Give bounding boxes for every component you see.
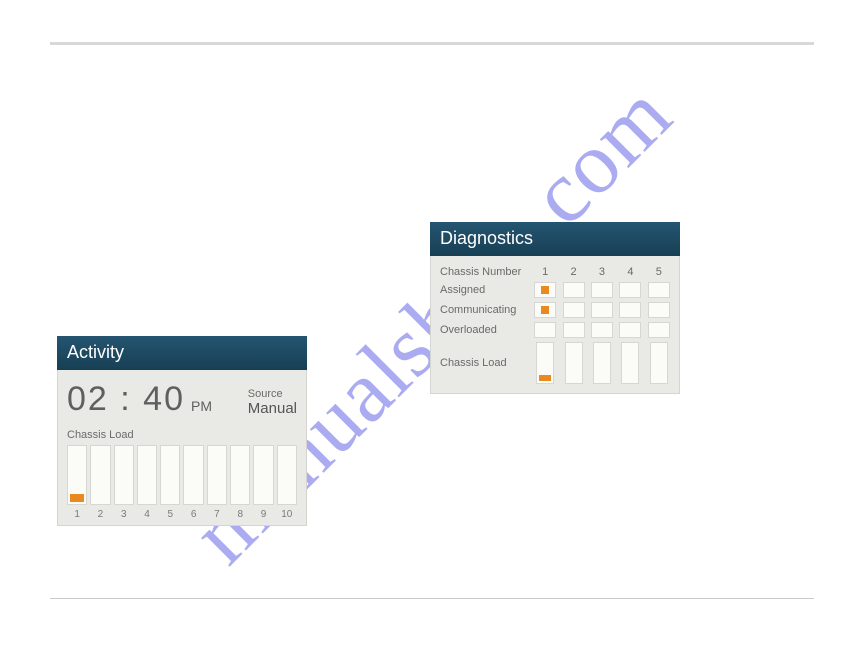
chassis-load-bar: 8 <box>230 445 250 520</box>
diag-status-cell <box>591 302 613 318</box>
diagnostics-grid: Chassis Number 12345 Assigned Communicating… <box>440 266 670 384</box>
bar-number: 3 <box>114 509 134 520</box>
chassis-load-bar: 3 <box>114 445 134 520</box>
diag-status-cell <box>534 302 556 318</box>
bar-slot <box>137 445 157 505</box>
chassis-load-bar: 9 <box>253 445 273 520</box>
chassis-load-bar: 1 <box>67 445 87 520</box>
diag-load-slot <box>650 342 668 384</box>
diag-row-label: Communicating <box>440 304 528 316</box>
bar-number: 10 <box>277 509 297 520</box>
bar-number: 6 <box>183 509 203 520</box>
chassis-load-bar: 5 <box>160 445 180 520</box>
diag-status-cell <box>591 322 613 338</box>
diag-status-cell <box>563 322 585 338</box>
chassis-load-bar: 4 <box>137 445 157 520</box>
bar-number: 5 <box>160 509 180 520</box>
chassis-column-number: 3 <box>591 266 613 278</box>
time-row: 02 : 40 PM Source Manual <box>67 380 297 419</box>
bar-slot <box>230 445 250 505</box>
diag-status-cell <box>648 282 670 298</box>
bar-number: 4 <box>137 509 157 520</box>
diagnostics-body: Chassis Number 12345 Assigned Communicating… <box>430 256 680 394</box>
diag-status-cell <box>648 302 670 318</box>
diag-status-cell <box>563 302 585 318</box>
diag-status-cell <box>648 322 670 338</box>
diagnostics-title: Diagnostics <box>430 222 680 256</box>
diag-status-cell <box>619 282 641 298</box>
chassis-load-bar: 2 <box>90 445 110 520</box>
bar-slot <box>183 445 203 505</box>
diag-load-slot <box>621 342 639 384</box>
diag-status-cell <box>534 322 556 338</box>
bar-slot <box>253 445 273 505</box>
diag-status-cell <box>563 282 585 298</box>
bar-number: 7 <box>207 509 227 520</box>
source-block: Source Manual <box>248 388 297 419</box>
bar-fill <box>539 375 551 381</box>
bar-number: 1 <box>67 509 87 520</box>
chassis-number-label: Chassis Number <box>440 266 528 278</box>
diagnostics-tile: Diagnostics Chassis Number12345AssignedC… <box>430 222 680 394</box>
chassis-column-number: 2 <box>562 266 584 278</box>
activity-title: Activity <box>57 336 307 370</box>
chassis-load-bar: 6 <box>183 445 203 520</box>
bar-slot <box>67 445 87 505</box>
chassis-column-number: 4 <box>619 266 641 278</box>
bar-slot <box>207 445 227 505</box>
bar-slot <box>160 445 180 505</box>
chassis-load-bar: 7 <box>207 445 227 520</box>
bar-number: 8 <box>230 509 250 520</box>
diag-load-slot <box>565 342 583 384</box>
diag-status-cell <box>591 282 613 298</box>
bar-fill <box>70 494 84 502</box>
bar-slot <box>277 445 297 505</box>
time-suffix: PM <box>191 398 212 419</box>
chassis-load-bar: 10 <box>277 445 297 520</box>
diag-row-label: Assigned <box>440 284 528 296</box>
bar-number: 9 <box>253 509 273 520</box>
source-label: Source <box>248 388 297 400</box>
chassis-column-number: 1 <box>534 266 556 278</box>
chassis-load-label: Chassis Load <box>67 429 297 441</box>
time-value: 02 : 40 <box>67 380 185 419</box>
chassis-load-bars: 123456789 10 <box>67 445 297 520</box>
source-value: Manual <box>248 400 297 417</box>
activity-tile: Activity 02 : 40 PM Source Manual Chassi… <box>57 336 307 526</box>
diag-load-label: Chassis Load <box>440 357 528 369</box>
diag-load-slot <box>593 342 611 384</box>
chassis-column-number: 5 <box>648 266 670 278</box>
divider-top <box>50 42 814 45</box>
bar-slot <box>114 445 134 505</box>
activity-body: 02 : 40 PM Source Manual Chassis Load 12… <box>57 370 307 526</box>
diag-status-cell <box>534 282 556 298</box>
diag-row-label: Overloaded <box>440 324 528 336</box>
diag-status-cell <box>619 322 641 338</box>
bar-number: 2 <box>90 509 110 520</box>
bar-slot <box>90 445 110 505</box>
diag-status-cell <box>619 302 641 318</box>
divider-bottom <box>50 598 814 599</box>
diag-load-slot <box>536 342 554 384</box>
